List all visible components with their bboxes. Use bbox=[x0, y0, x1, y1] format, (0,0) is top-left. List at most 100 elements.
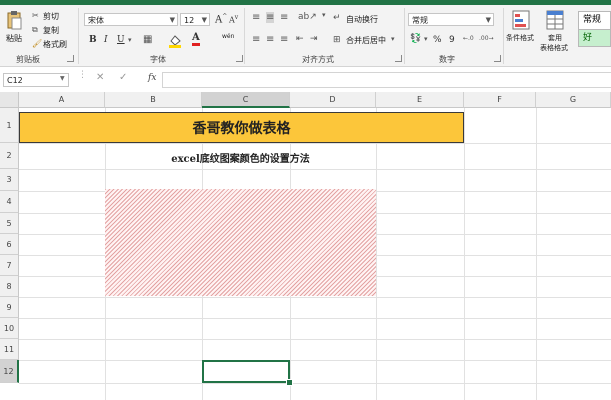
insert-function-button[interactable]: fx bbox=[148, 73, 156, 83]
separator bbox=[78, 8, 79, 64]
align-center-icon[interactable]: ≡ bbox=[266, 34, 274, 45]
separator bbox=[404, 8, 405, 64]
active-cell-c12[interactable] bbox=[202, 360, 290, 383]
alignment-dialog-launcher[interactable] bbox=[395, 55, 402, 62]
gridline bbox=[19, 318, 611, 319]
borders-icon[interactable]: ▦ bbox=[143, 34, 152, 45]
chevron-down-icon[interactable]: ▾ bbox=[391, 35, 395, 43]
merge-center-icon[interactable]: ⊞ bbox=[333, 35, 341, 45]
phonetic-button[interactable]: wén bbox=[222, 33, 234, 40]
align-middle-icon[interactable]: ≡ bbox=[266, 12, 275, 23]
gridline bbox=[536, 108, 537, 400]
chevron-down-icon[interactable]: ▼ bbox=[60, 75, 65, 82]
paste-button[interactable]: 粘贴 bbox=[6, 33, 22, 44]
underline-button[interactable]: U bbox=[117, 35, 125, 45]
merge-center-button[interactable]: 合并后居中 bbox=[346, 35, 386, 46]
style-normal-tile[interactable]: 常规 bbox=[578, 11, 611, 30]
comma-button[interactable]: 9 bbox=[449, 35, 455, 45]
font-size-select[interactable]: 12 ▼ bbox=[180, 13, 210, 26]
column-header-e[interactable]: E bbox=[376, 92, 464, 108]
row-header-11[interactable]: 11 bbox=[0, 339, 19, 360]
chevron-down-icon: ▼ bbox=[201, 16, 207, 24]
row-header-3[interactable]: 3 bbox=[0, 169, 19, 191]
row-header-5[interactable]: 5 bbox=[0, 213, 19, 234]
formula-input[interactable] bbox=[162, 72, 611, 88]
cut-icon[interactable]: ✂ bbox=[32, 11, 39, 20]
clipboard-group-label: 剪贴板 bbox=[16, 55, 40, 64]
increase-font-icon[interactable]: A^ bbox=[215, 13, 227, 25]
paste-icon[interactable] bbox=[6, 10, 22, 30]
format-as-table-icon[interactable] bbox=[546, 10, 564, 34]
decrease-indent-icon[interactable]: ⇤ bbox=[296, 34, 304, 44]
bold-button[interactable]: B bbox=[89, 35, 97, 45]
chevron-down-icon[interactable]: ▾ bbox=[424, 35, 428, 43]
format-as-table-label-2[interactable]: 表格格式 bbox=[540, 43, 568, 53]
column-header-a[interactable]: A bbox=[19, 92, 105, 108]
font-name-select[interactable]: 宋体 ▼ bbox=[84, 13, 178, 26]
row-header-7[interactable]: 7 bbox=[0, 255, 19, 276]
clipboard-dialog-launcher[interactable] bbox=[67, 55, 74, 62]
style-normal-label: 常规 bbox=[583, 15, 602, 25]
chevron-down-icon[interactable]: ▾ bbox=[128, 36, 132, 44]
row-header-1[interactable]: 1 bbox=[0, 108, 19, 143]
chevron-down-icon[interactable]: ▾ bbox=[322, 11, 326, 19]
pattern-fill-range[interactable] bbox=[105, 189, 376, 296]
fill-color-icon[interactable] bbox=[168, 33, 182, 52]
number-dialog-launcher[interactable] bbox=[494, 55, 501, 62]
format-as-table-label-1[interactable]: 套用 bbox=[548, 33, 562, 43]
percent-button[interactable]: % bbox=[433, 35, 442, 45]
row-header-2[interactable]: 2 bbox=[0, 143, 19, 169]
column-header-g[interactable]: G bbox=[536, 92, 611, 108]
column-header-f[interactable]: F bbox=[464, 92, 536, 108]
fill-handle[interactable] bbox=[286, 379, 293, 386]
sheet-subtitle: excel底纹图案颜色的设置方法 bbox=[171, 154, 310, 165]
format-painter-button[interactable]: 格式刷 bbox=[43, 39, 67, 50]
wrap-text-icon[interactable]: ↵ bbox=[333, 13, 341, 23]
style-good-tile[interactable]: 好 bbox=[578, 30, 611, 47]
select-all-corner[interactable] bbox=[0, 92, 19, 108]
format-painter-icon[interactable]: 🖌 bbox=[32, 39, 42, 48]
conditional-formatting-button[interactable]: 条件格式 bbox=[506, 33, 534, 43]
decrease-decimal-icon[interactable]: .00→ bbox=[479, 35, 494, 42]
align-bottom-icon[interactable]: ≡ bbox=[280, 12, 288, 23]
currency-icon[interactable]: 💱 bbox=[410, 34, 421, 44]
row-header-9[interactable]: 9 bbox=[0, 297, 19, 318]
spreadsheet-grid: A B C D E F G 1 2 3 4 5 6 7 8 9 10 11 12… bbox=[0, 92, 611, 400]
gridline bbox=[19, 383, 611, 384]
sheet-subtitle-cell[interactable]: excel底纹图案颜色的设置方法 bbox=[105, 147, 376, 168]
row-header-10[interactable]: 10 bbox=[0, 318, 19, 339]
row-header-12[interactable]: 12 bbox=[0, 360, 19, 383]
gridline bbox=[19, 169, 611, 170]
cancel-icon[interactable]: ✕ bbox=[96, 72, 104, 83]
align-right-icon[interactable]: ≡ bbox=[280, 34, 288, 45]
gridline bbox=[19, 143, 611, 144]
font-size-value: 12 bbox=[184, 16, 195, 25]
formula-bar: C12 ▼ ⋮ ✕ ✓ fx bbox=[0, 67, 611, 93]
conditional-formatting-icon[interactable] bbox=[512, 10, 530, 34]
increase-indent-icon[interactable]: ⇥ bbox=[310, 34, 318, 44]
font-name-value: 宋体 bbox=[88, 16, 104, 25]
copy-icon[interactable]: ⧉ bbox=[32, 25, 38, 35]
column-header-d[interactable]: D bbox=[290, 92, 376, 108]
align-top-icon[interactable]: ≡ bbox=[252, 12, 260, 23]
wrap-text-button[interactable]: 自动换行 bbox=[346, 14, 378, 25]
ribbon: 粘贴 ✂ 剪切 ⧉ 复制 🖌 格式刷 剪贴板 宋体 ▼ 12 ▼ A^ Av B… bbox=[0, 0, 611, 67]
copy-button[interactable]: 复制 bbox=[43, 25, 59, 36]
enter-icon[interactable]: ✓ bbox=[119, 72, 127, 83]
italic-button[interactable]: I bbox=[104, 35, 108, 45]
align-left-icon[interactable]: ≡ bbox=[252, 34, 260, 45]
sheet-title-cell[interactable]: 香哥教你做表格 bbox=[19, 112, 464, 143]
column-header-c[interactable]: C bbox=[202, 92, 290, 108]
font-color-button[interactable]: A bbox=[192, 33, 200, 46]
number-format-select[interactable]: 常规 ▼ bbox=[408, 13, 494, 26]
row-header-4[interactable]: 4 bbox=[0, 191, 19, 213]
orientation-icon[interactable]: ab↗ bbox=[298, 12, 317, 22]
increase-decimal-icon[interactable]: ←.0 bbox=[463, 35, 474, 42]
row-header-6[interactable]: 6 bbox=[0, 234, 19, 255]
decrease-font-icon[interactable]: Av bbox=[229, 14, 238, 25]
ribbon-top-strip bbox=[0, 0, 611, 5]
column-header-b[interactable]: B bbox=[105, 92, 202, 108]
cut-button[interactable]: 剪切 bbox=[43, 11, 59, 22]
font-dialog-launcher[interactable] bbox=[236, 55, 243, 62]
row-header-8[interactable]: 8 bbox=[0, 276, 19, 297]
